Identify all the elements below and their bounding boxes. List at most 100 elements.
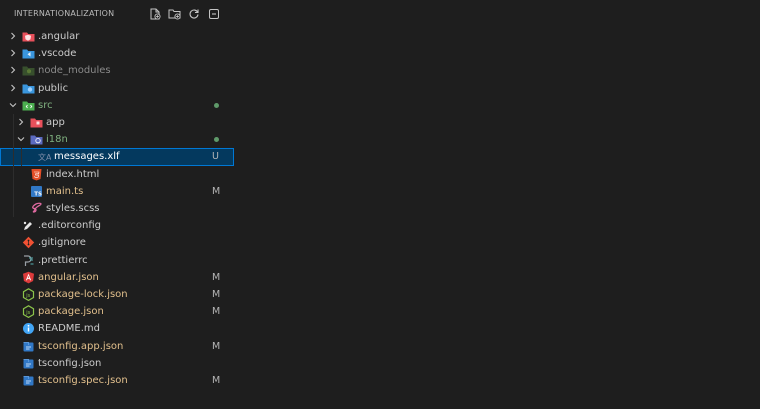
collapse-all-button[interactable] bbox=[207, 7, 221, 21]
tree-file-row[interactable]: tsconfig.app.json M bbox=[0, 338, 234, 355]
tree-file-row[interactable]: index.html bbox=[0, 165, 234, 183]
chevron-right-icon[interactable] bbox=[16, 117, 26, 127]
tree-item-label: tsconfig.spec.json bbox=[38, 375, 128, 386]
indent-guide bbox=[13, 182, 14, 200]
node-file-icon: js bbox=[22, 288, 35, 301]
tree-file-row[interactable]: js package.json M bbox=[0, 303, 234, 320]
tree-file-row[interactable]: js package-lock.json M bbox=[0, 286, 234, 303]
vscode-folder-icon bbox=[22, 49, 35, 59]
git-change-dot bbox=[214, 102, 219, 108]
new-folder-icon bbox=[168, 9, 181, 20]
tree-item-label: .vscode bbox=[38, 48, 77, 60]
sass-file-icon bbox=[32, 202, 42, 213]
tree-file-row[interactable]: .prettierrc bbox=[0, 252, 234, 269]
indent-guide bbox=[13, 114, 14, 132]
app-folder-icon bbox=[30, 118, 43, 128]
prettier-file-icon bbox=[24, 254, 34, 266]
chevron-right-icon[interactable] bbox=[8, 31, 18, 41]
tree-folder-row[interactable]: app bbox=[0, 114, 234, 132]
html-file-icon bbox=[31, 168, 42, 181]
tree-file-row[interactable]: .editorconfig bbox=[0, 217, 234, 234]
refresh-button[interactable] bbox=[187, 7, 201, 21]
tree-file-row[interactable]: .gitignore bbox=[0, 234, 234, 251]
git-change-dot bbox=[214, 137, 219, 143]
chevron-right-icon[interactable] bbox=[8, 65, 18, 75]
tree-item-label: tsconfig.app.json bbox=[38, 340, 124, 352]
src-folder-icon bbox=[22, 101, 35, 111]
node-file-icon: js bbox=[22, 305, 35, 319]
indent-guide bbox=[13, 148, 14, 166]
tree-item-label: styles.scss bbox=[46, 203, 100, 214]
file-explorer: INTERNATIONALIZATION .angular .vscode no… bbox=[0, 0, 760, 409]
tree-folder-row[interactable]: i18n bbox=[0, 131, 234, 149]
tsconfig-file-icon bbox=[23, 376, 34, 386]
git-status-badge: M bbox=[212, 271, 221, 283]
new-file-button[interactable] bbox=[148, 7, 162, 21]
workspace-title: INTERNATIONALIZATION bbox=[14, 9, 115, 18]
tree-file-row[interactable]: styles.scss bbox=[0, 200, 234, 218]
tsconfig-file-icon bbox=[23, 341, 34, 352]
explorer-header: INTERNATIONALIZATION bbox=[0, 0, 234, 28]
translate-file-icon: 文A bbox=[38, 152, 51, 162]
info-file-icon bbox=[23, 323, 34, 335]
indent-guide bbox=[13, 131, 14, 149]
editorconfig-file-icon bbox=[23, 221, 32, 231]
node-folder-icon bbox=[22, 66, 35, 76]
tree-file-row[interactable]: tsconfig.spec.json M bbox=[0, 372, 234, 389]
tree-file-row[interactable]: tsconfig.json bbox=[0, 355, 234, 372]
public-folder-icon bbox=[22, 84, 35, 94]
typescript-file-icon: TS bbox=[31, 185, 42, 197]
svg-text:js: js bbox=[25, 310, 30, 316]
tree-item-label: README.md bbox=[38, 323, 101, 335]
tree-item-label: app bbox=[46, 117, 65, 128]
refresh-icon bbox=[189, 9, 199, 19]
tree-item-label: .editorconfig bbox=[38, 220, 101, 232]
tree-item-label: .gitignore bbox=[38, 237, 86, 249]
tree-item-label: package-lock.json bbox=[38, 289, 128, 300]
tree-item-label: .prettierrc bbox=[38, 254, 88, 266]
angular-file-icon bbox=[23, 271, 34, 284]
tree-folder-row[interactable]: src bbox=[0, 97, 234, 114]
tree-item-label: i18n bbox=[46, 134, 68, 146]
git-status-badge: U bbox=[212, 151, 219, 163]
collapse-all-icon bbox=[209, 9, 219, 19]
git-status-badge: M bbox=[212, 340, 221, 352]
tree-file-row[interactable]: 文A messages.xlf U bbox=[0, 148, 234, 166]
tree-item-label: .angular bbox=[38, 31, 80, 42]
i18n-folder-icon bbox=[30, 135, 43, 145]
tree-folder-row[interactable]: .vscode bbox=[0, 45, 234, 62]
angular-folder-icon bbox=[22, 32, 35, 42]
chevron-right-icon[interactable] bbox=[8, 83, 18, 93]
tree-item-label: package.json bbox=[38, 306, 104, 318]
tree-item-label: tsconfig.json bbox=[38, 357, 102, 369]
svg-text:TS: TS bbox=[34, 191, 42, 197]
tree-file-row[interactable]: TS main.ts M bbox=[0, 182, 234, 200]
indent-guide bbox=[13, 165, 14, 183]
git-status-badge: M bbox=[212, 375, 221, 386]
tree-item-label: public bbox=[38, 82, 69, 94]
chevron-down-icon[interactable] bbox=[8, 100, 18, 110]
tree-item-label: node_modules bbox=[38, 65, 111, 77]
new-folder-button[interactable] bbox=[167, 7, 181, 21]
git-status-badge: M bbox=[212, 185, 221, 197]
chevron-down-icon[interactable] bbox=[16, 134, 26, 144]
chevron-right-icon[interactable] bbox=[8, 48, 18, 58]
tree-item-label: messages.xlf bbox=[54, 151, 120, 163]
git-status-badge: M bbox=[212, 306, 221, 318]
indent-guide bbox=[13, 200, 14, 218]
new-file-icon bbox=[150, 8, 161, 20]
tree-folder-row[interactable]: public bbox=[0, 80, 234, 97]
tree-folder-row[interactable]: node_modules bbox=[0, 62, 234, 79]
tsconfig-file-icon bbox=[23, 358, 34, 369]
tree-item-label: main.ts bbox=[46, 185, 84, 197]
tree-item-label: src bbox=[38, 99, 53, 111]
git-status-badge: M bbox=[212, 289, 221, 300]
tree-file-row[interactable]: angular.json M bbox=[0, 269, 234, 286]
tree-file-row[interactable]: README.md bbox=[0, 320, 234, 337]
tree-item-label: index.html bbox=[46, 168, 100, 180]
svg-text:js: js bbox=[25, 293, 30, 299]
tree-folder-row[interactable]: .angular bbox=[0, 28, 234, 45]
svg-text:文A: 文A bbox=[38, 152, 51, 162]
tree-item-label: angular.json bbox=[38, 271, 99, 283]
git-file-icon bbox=[22, 237, 35, 249]
